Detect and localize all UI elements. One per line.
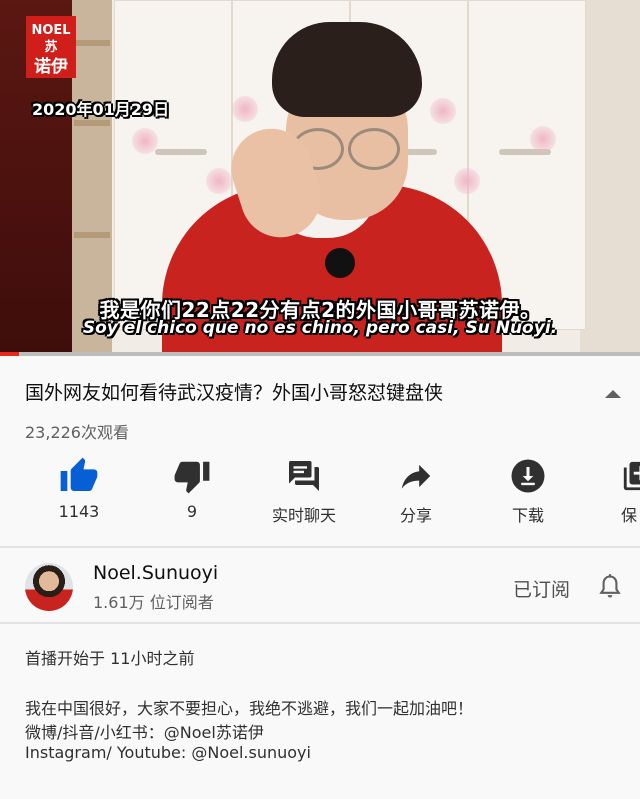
thumbs-down-icon <box>174 461 210 494</box>
logo-line-2: 诺伊 <box>34 57 68 77</box>
channel-logo-watermark: NOEL苏 诺伊 <box>26 16 76 78</box>
subscribed-button[interactable]: 已订阅 <box>513 575 570 602</box>
description-line: 微博/抖音/小红书：@Noel苏诺伊 <box>25 723 264 742</box>
save-icon <box>623 461 640 491</box>
video-frame-shelf <box>74 120 110 126</box>
video-frame-person <box>272 22 422 117</box>
share-icon <box>401 464 431 489</box>
video-title: 国外网友如何看待武汉疫情？外国小哥怒怼键盘侠 <box>25 382 444 404</box>
video-frame-shelf <box>74 40 110 46</box>
video-frame-flower <box>132 128 158 154</box>
divider <box>0 622 640 624</box>
dislike-button[interactable]: 9 <box>137 456 247 521</box>
collapse-icon[interactable] <box>605 390 621 398</box>
video-date-overlay: 2020年01月29日 <box>32 100 170 119</box>
video-progress-bar[interactable] <box>0 352 640 356</box>
video-frame-microphone <box>325 248 355 278</box>
video-frame-flower <box>430 98 456 124</box>
channel-avatar[interactable] <box>25 563 73 611</box>
divider <box>0 546 640 548</box>
live-chat-label: 实时聊天 <box>271 506 336 525</box>
video-frame-flower <box>530 126 556 152</box>
description-line: Instagram/ Youtube: @Noel.sunuoyi <box>25 743 311 762</box>
download-icon <box>511 459 545 493</box>
save-label: 保 <box>621 506 638 525</box>
save-button[interactable]: 保 <box>585 456 640 526</box>
live-chat-button[interactable]: 实时聊天 <box>249 456 359 526</box>
like-count: 1143 <box>58 502 100 521</box>
subtitle-spanish: Soy el chico que no es chino, pero casi,… <box>82 318 558 338</box>
bell-icon <box>599 574 621 598</box>
share-button[interactable]: 分享 <box>361 456 471 526</box>
video-frame-flower <box>232 96 258 122</box>
subscriber-count: 1.61万 位订阅者 <box>93 593 214 612</box>
video-frame-flower <box>206 168 232 194</box>
video-frame-shelf <box>74 232 110 238</box>
notification-bell-button[interactable] <box>596 572 624 606</box>
video-player[interactable]: NOEL苏 诺伊 2020年01月29日 我是你们22点22分有点2的外国小哥哥… <box>0 0 640 355</box>
video-progress-fill <box>0 352 20 356</box>
logo-line-1: NOEL苏 <box>31 23 71 55</box>
download-button[interactable]: 下载 <box>473 456 583 526</box>
like-button[interactable]: 1143 <box>24 456 134 521</box>
download-label: 下载 <box>511 506 544 525</box>
video-frame-glasses <box>348 128 400 170</box>
dislike-count: 9 <box>186 502 198 521</box>
premiere-time: 首播开始于 11小时之前 <box>25 649 195 668</box>
thumbs-up-icon <box>60 457 98 491</box>
video-frame-flower <box>454 168 480 194</box>
description-line: 我在中国很好，大家不要担心，我绝不逃避，我们一起加油吧！ <box>25 699 474 718</box>
share-label: 分享 <box>399 506 432 525</box>
action-bar: 1143 9 实时聊天 分享 下载 保 <box>0 456 640 532</box>
live-chat-icon <box>289 461 319 491</box>
view-count: 23,226次观看 <box>25 423 129 442</box>
channel-name[interactable]: Noel.Sunuoyi <box>93 562 218 584</box>
